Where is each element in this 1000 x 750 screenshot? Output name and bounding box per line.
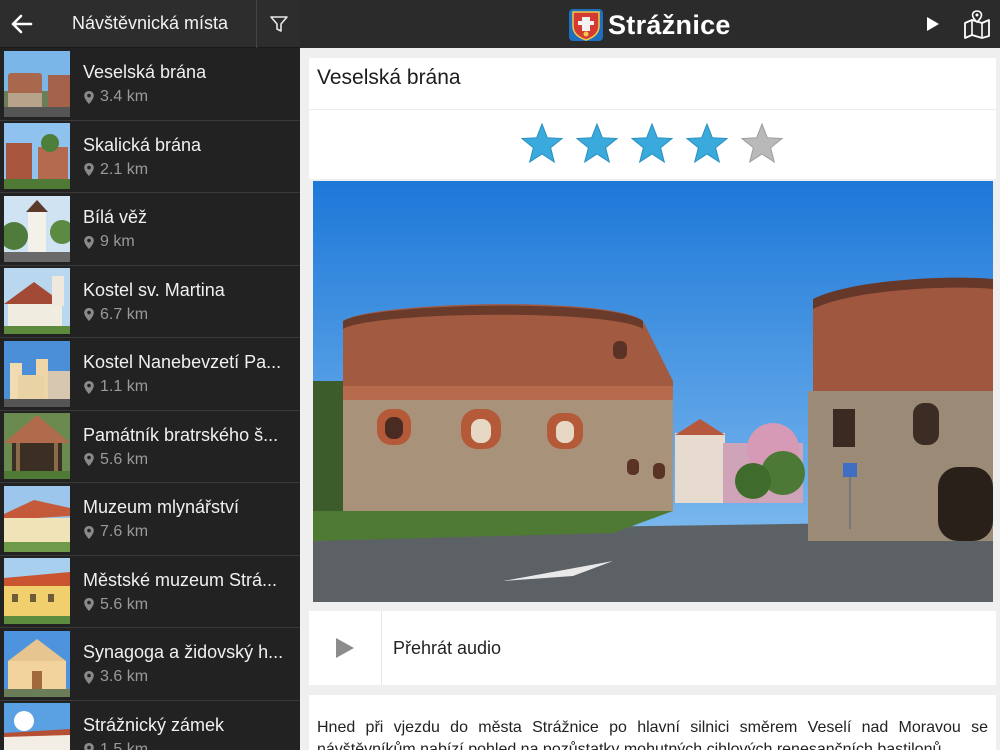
place-name: Veselská brána: [83, 62, 207, 83]
place-thumbnail: [4, 123, 70, 190]
sidebar-title: Návštěvnická místa: [71, 13, 229, 33]
arrow-left-icon: [11, 14, 33, 33]
description-card: Hned při vjezdu do města Strážnice po hl…: [309, 695, 996, 750]
map-icon[interactable]: [962, 9, 992, 39]
place-name: Strážnický zámek: [83, 714, 225, 735]
coat-of-arms-icon: [569, 9, 603, 41]
place-distance: 3.6 km: [100, 668, 149, 686]
audio-label: Přehrát audio: [393, 637, 502, 658]
list-item[interactable]: Kostel Nanebevzetí Pa... 1.1 km: [0, 338, 300, 411]
filter-button[interactable]: [256, 0, 300, 48]
location-pin-icon: [84, 525, 94, 539]
places-list: Veselská brána 3.4 km Skalická brána 2.1…: [0, 48, 300, 750]
star-filled-icon[interactable]: [630, 122, 674, 166]
place-distance: 9 km: [100, 233, 135, 251]
place-thumbnail: [4, 413, 70, 480]
filter-icon: [269, 15, 288, 32]
location-pin-icon: [84, 453, 94, 467]
app-header: Strážnice: [300, 0, 1000, 48]
star-filled-icon[interactable]: [520, 122, 564, 166]
places-sidebar: Návštěvnická místa Veselská brána 3.4 km…: [0, 0, 300, 750]
sidebar-header: Návštěvnická místa: [0, 0, 300, 48]
location-pin-icon: [84, 743, 94, 750]
place-name: Kostel Nanebevzetí Pa...: [83, 352, 282, 373]
place-distance: 5.6 km: [100, 450, 149, 468]
place-name: Městské muzeum Strá...: [83, 569, 278, 590]
audio-player[interactable]: Přehrát audio: [309, 611, 996, 685]
play-icon: [336, 638, 354, 658]
list-item[interactable]: Památník bratrského š... 5.6 km: [0, 411, 300, 483]
place-thumbnail: [4, 340, 70, 407]
star-empty-icon[interactable]: [740, 122, 784, 166]
place-detail: Veselská brána Přehrát audio Hned při vj…: [300, 48, 1000, 750]
star-filled-icon[interactable]: [575, 122, 619, 166]
location-pin-icon: [84, 598, 94, 612]
place-thumbnail: [4, 485, 70, 552]
place-thumbnail: [4, 558, 70, 625]
list-item[interactable]: Synagoga a židovský h... 3.6 km: [0, 628, 300, 701]
location-pin-icon: [84, 380, 94, 394]
play-icon[interactable]: [920, 12, 944, 36]
place-distance: 2.1 km: [100, 160, 149, 178]
place-distance: 5.6 km: [100, 595, 149, 613]
place-thumbnail: [4, 195, 70, 262]
place-name: Bílá věž: [83, 207, 148, 228]
place-thumbnail: [4, 703, 70, 750]
back-button[interactable]: [0, 0, 44, 48]
place-distance: 3.4 km: [100, 88, 149, 106]
place-name: Památník bratrského š...: [83, 424, 279, 445]
list-item[interactable]: Strážnický zámek 1.5 km: [0, 701, 300, 750]
location-pin-icon: [84, 90, 94, 104]
rating-stars[interactable]: [520, 122, 795, 166]
location-pin-icon: [84, 670, 94, 684]
location-pin-icon: [84, 235, 94, 249]
title-card: Veselská brána: [309, 58, 996, 179]
audio-play-button[interactable]: [309, 611, 382, 685]
place-distance: 1.5 km: [100, 740, 149, 750]
place-name: Synagoga a židovský h...: [83, 642, 284, 663]
list-item[interactable]: Městské muzeum Strá... 5.6 km: [0, 556, 300, 628]
place-thumbnail: [4, 268, 70, 335]
list-item[interactable]: Veselská brána 3.4 km: [0, 48, 300, 121]
place-title: Veselská brána: [309, 58, 996, 110]
list-item[interactable]: Muzeum mlynářství 7.6 km: [0, 483, 300, 556]
list-item[interactable]: Kostel sv. Martina 6.7 km: [0, 266, 300, 338]
place-name: Skalická brána: [83, 134, 202, 155]
place-photo: [313, 181, 993, 602]
place-thumbnail: [4, 50, 70, 117]
list-item[interactable]: Bílá věž 9 km: [0, 193, 300, 266]
place-thumbnail: [4, 630, 70, 697]
place-description: Hned při vjezdu do města Strážnice po hl…: [317, 719, 988, 750]
brand-name: Strážnice: [608, 9, 731, 40]
place-distance: 6.7 km: [100, 305, 149, 323]
place-name: Kostel sv. Martina: [83, 279, 225, 300]
place-distance: 7.6 km: [100, 523, 149, 541]
place-name: Muzeum mlynářství: [83, 497, 240, 518]
star-filled-icon[interactable]: [685, 122, 729, 166]
location-pin-icon: [84, 163, 94, 177]
location-pin-icon: [84, 308, 94, 322]
brand: Strážnice: [568, 8, 731, 42]
list-item[interactable]: Skalická brána 2.1 km: [0, 121, 300, 193]
place-distance: 1.1 km: [100, 378, 149, 396]
